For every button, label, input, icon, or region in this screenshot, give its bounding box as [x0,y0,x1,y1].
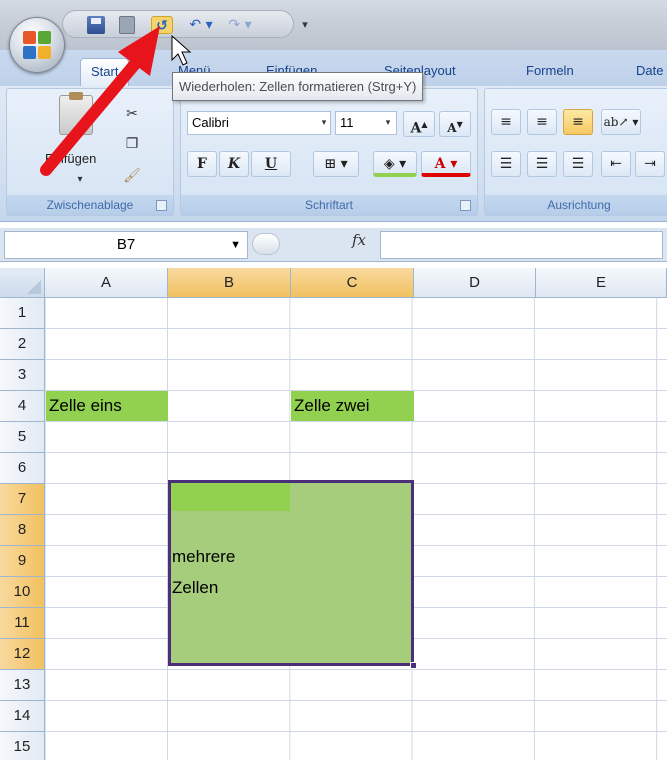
annotation-overlay [40,26,192,176]
excel-window: ↺ ↶ ▾ ↷ ▾ ▾ Start Menü Einfügen Seitenla… [0,0,667,760]
office-button[interactable] [9,17,65,73]
mouse-cursor-icon [171,34,192,66]
office-logo-icon [23,31,51,59]
